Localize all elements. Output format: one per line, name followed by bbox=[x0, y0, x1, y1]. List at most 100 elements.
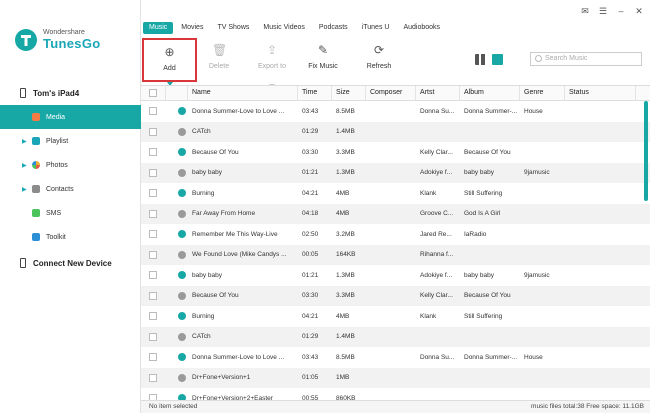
cell-size: 1.3MB bbox=[336, 271, 355, 279]
table-row[interactable]: Burning 04:21 4MB Klank Still Suffering bbox=[141, 183, 650, 204]
minimize-icon[interactable]: – bbox=[616, 6, 626, 16]
refresh-button[interactable]: ⟳ Refresh bbox=[354, 38, 404, 82]
table-row[interactable]: Donna Summer-Love to Love ... 03:43 8.5MB D… bbox=[141, 101, 650, 122]
table-row[interactable]: Donna Summer-Love to Love ... 03:43 8.5MB D… bbox=[141, 347, 650, 368]
sidebar-item-media[interactable]: Media bbox=[0, 105, 141, 129]
table-row[interactable]: Because Of You 03:30 3.3MB Kelly Clar... Bec… bbox=[141, 142, 650, 163]
music-note-icon bbox=[178, 168, 186, 177]
cell-genre: 9jamusic bbox=[524, 271, 550, 279]
col-time[interactable]: Time bbox=[298, 86, 332, 100]
grid-view-icon[interactable] bbox=[475, 54, 486, 65]
row-checkbox[interactable] bbox=[149, 291, 157, 300]
sidebar-item-photos[interactable]: ▶ Photos bbox=[0, 153, 141, 177]
expand-arrow-icon[interactable]: ▶ bbox=[22, 138, 32, 145]
table-row[interactable]: We Found Love (Mike Candys ... 00:05 164KB… bbox=[141, 244, 650, 265]
col-album[interactable]: Album bbox=[460, 86, 520, 100]
add-button[interactable]: ⊕ Add bbox=[142, 38, 197, 86]
export-button[interactable]: ⇪ Export to bbox=[247, 38, 297, 88]
tab-itunes-u[interactable]: iTunes U bbox=[356, 22, 396, 34]
row-checkbox[interactable] bbox=[149, 332, 157, 341]
feedback-icon[interactable]: ✉ bbox=[580, 6, 590, 16]
col-composer[interactable]: Composer bbox=[366, 86, 416, 100]
scrollbar[interactable] bbox=[644, 101, 648, 201]
delete-button[interactable]: 🗑 Delete bbox=[194, 38, 244, 82]
col-name[interactable]: Name bbox=[188, 86, 298, 100]
close-icon[interactable]: ✕ bbox=[634, 6, 644, 16]
add-icon: ⊕ bbox=[164, 45, 175, 59]
cell-time: 01:29 bbox=[302, 333, 319, 341]
expand-arrow-icon[interactable]: ▶ bbox=[22, 186, 32, 193]
cell-size: 1MB bbox=[336, 374, 350, 382]
menu-icon[interactable]: ☰ bbox=[598, 6, 608, 16]
device-item[interactable]: Tom's iPad4 bbox=[0, 84, 141, 102]
cell-name: Donna Summer-Love to Love ... bbox=[192, 107, 285, 115]
expand-arrow-icon[interactable]: ▶ bbox=[22, 162, 32, 169]
row-checkbox[interactable] bbox=[149, 127, 157, 136]
toolbar: ⊕ Add 🗑 Delete ⇪ Export to ✎ Fix Music ⟳… bbox=[141, 38, 650, 88]
sidebar-item-sms[interactable]: SMS bbox=[0, 201, 141, 225]
row-checkbox[interactable] bbox=[149, 353, 157, 362]
cell-time: 00:05 bbox=[302, 251, 319, 259]
row-checkbox[interactable] bbox=[149, 250, 157, 259]
list-view-icon[interactable] bbox=[492, 54, 503, 65]
cell-artist: Klank bbox=[420, 312, 437, 320]
table-row[interactable]: Far Away From Home 04:18 4MB Groove C... God… bbox=[141, 203, 650, 224]
row-checkbox[interactable] bbox=[149, 271, 157, 280]
table-row[interactable]: CATch 01:29 1.4MB bbox=[141, 326, 650, 347]
cell-artist: Jared Re... bbox=[420, 230, 452, 238]
cell-name: Because Of You bbox=[192, 148, 239, 156]
cell-artist: Donna Su... bbox=[420, 107, 455, 115]
cell-artist: Klank bbox=[420, 189, 437, 197]
cell-artist: Adokiye f... bbox=[420, 271, 453, 279]
cell-time: 01:05 bbox=[302, 374, 319, 382]
table-row[interactable]: baby baby 01:21 1.3MB Adokiye f... baby baby… bbox=[141, 162, 650, 183]
row-checkbox[interactable] bbox=[149, 189, 157, 198]
cell-time: 03:43 bbox=[302, 107, 319, 115]
row-checkbox[interactable] bbox=[149, 373, 157, 382]
tab-movies[interactable]: Movies bbox=[175, 22, 209, 34]
cell-time: 01:29 bbox=[302, 128, 319, 136]
sidebar-item-toolkit[interactable]: Toolkit bbox=[0, 225, 141, 249]
music-note-icon bbox=[178, 332, 186, 341]
table-row[interactable]: Burning 04:21 4MB Klank Still Suffering bbox=[141, 306, 650, 327]
connect-new-device[interactable]: Connect New Device bbox=[0, 254, 141, 272]
row-checkbox[interactable] bbox=[149, 148, 157, 157]
cell-time: 02:50 bbox=[302, 230, 319, 238]
search-input[interactable]: Search Music bbox=[530, 52, 642, 66]
sidebar-item-playlist[interactable]: ▶ Playlist bbox=[0, 129, 141, 153]
select-all-checkbox[interactable] bbox=[149, 89, 157, 97]
sidebar-item-label: Contacts bbox=[46, 185, 74, 193]
table-row[interactable]: Dr+Fone+Version+1 01:05 1MB bbox=[141, 367, 650, 388]
tab-tv-shows[interactable]: TV Shows bbox=[211, 22, 255, 34]
table-row[interactable]: Remember Me This Way-Live 02:50 3.2MB Jared… bbox=[141, 224, 650, 245]
row-checkbox[interactable] bbox=[149, 312, 157, 321]
row-checkbox[interactable] bbox=[149, 168, 157, 177]
row-checkbox[interactable] bbox=[149, 209, 157, 218]
col-size[interactable]: Size bbox=[332, 86, 366, 100]
tab-audiobooks[interactable]: Audiobooks bbox=[397, 22, 446, 34]
cell-time: 01:21 bbox=[302, 169, 319, 177]
view-toggle bbox=[475, 54, 503, 65]
col-artist[interactable]: Artst bbox=[416, 86, 460, 100]
sidebar-item-contacts[interactable]: ▶ Contacts bbox=[0, 177, 141, 201]
playlist-icon bbox=[32, 137, 40, 145]
music-note-icon bbox=[178, 148, 186, 157]
fix-music-button[interactable]: ✎ Fix Music bbox=[298, 38, 348, 82]
cell-artist: Donna Su... bbox=[420, 353, 455, 361]
tab-podcasts[interactable]: Podcasts bbox=[313, 22, 354, 34]
cell-album: Donna Summer-... bbox=[464, 353, 518, 361]
cell-size: 3.3MB bbox=[336, 148, 355, 156]
cell-name: Burning bbox=[192, 312, 215, 320]
cell-album: Donna Summer-... bbox=[464, 107, 518, 115]
col-status[interactable]: Status bbox=[565, 86, 636, 100]
col-genre[interactable]: Genre bbox=[520, 86, 565, 100]
tab-music-videos[interactable]: Music Videos bbox=[257, 22, 311, 34]
table-row[interactable]: CATch 01:29 1.4MB bbox=[141, 121, 650, 142]
row-checkbox[interactable] bbox=[149, 107, 157, 116]
cell-artist: Kelly Clar... bbox=[420, 292, 453, 300]
table-row[interactable]: Because Of You 03:30 3.3MB Kelly Clar... Bec… bbox=[141, 285, 650, 306]
tab-music[interactable]: Music bbox=[143, 22, 174, 34]
table-row[interactable]: baby baby 01:21 1.3MB Adokiye f... baby baby… bbox=[141, 265, 650, 286]
row-checkbox[interactable] bbox=[149, 230, 157, 239]
sidebar: Wondershare TunesGo Tom's iPad4 Media ▶ … bbox=[0, 0, 141, 413]
